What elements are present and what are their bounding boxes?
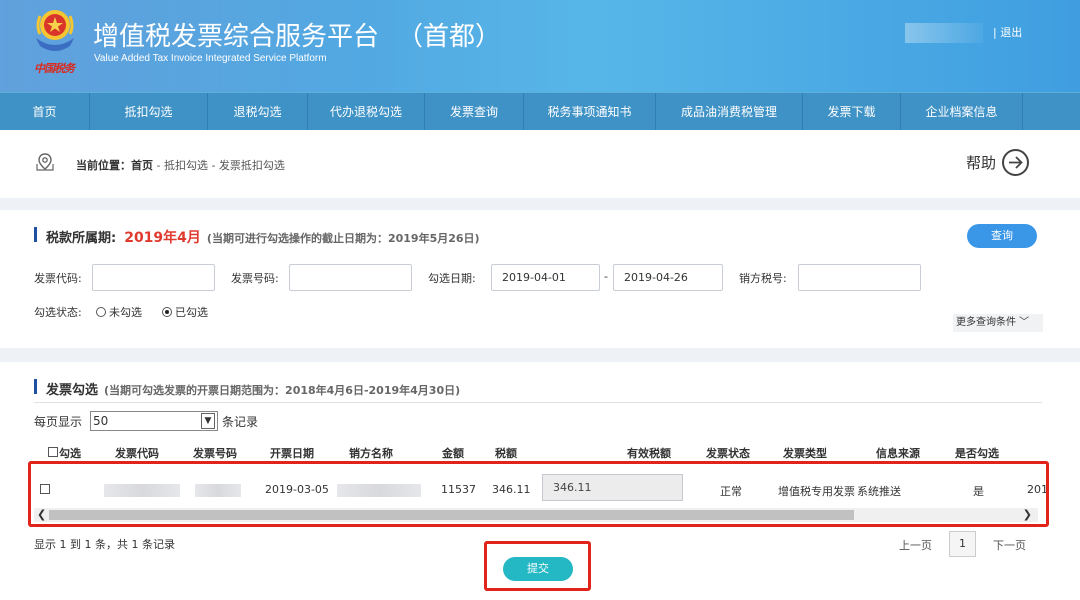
tax-emblem-icon — [36, 10, 74, 51]
column-header-invoice-status: 发票状态 — [706, 447, 750, 460]
radio-on-icon — [162, 307, 172, 317]
more-conditions-toggle[interactable]: 更多查询条件 ﹀ — [953, 314, 1043, 332]
tax-period-label: 税款所属期: — [46, 231, 117, 246]
invoice-no-label: 发票号码: — [231, 272, 279, 285]
invoice-code-label: 发票代码: — [34, 272, 82, 285]
column-header-issue-date: 开票日期 — [270, 447, 314, 460]
select-date-label: 勾选日期: — [428, 272, 476, 285]
per-page-select[interactable]: 50 ▼ — [90, 411, 218, 431]
invoice-section-note: (当期可勾选发票的开票日期范围为：2018年4月6日-2019年4月30日) — [104, 384, 461, 397]
next-page-link[interactable]: 下一页 — [993, 537, 1026, 553]
column-header-is-selected: 是否勾选 — [955, 447, 999, 460]
header-banner: 中国税务 增值税发票综合服务平台 （首都） Value Added Tax Inv… — [0, 0, 1080, 92]
radio-off-icon — [96, 307, 106, 317]
breadcrumb-label: 当前位置： — [76, 159, 131, 172]
seller-tax-input[interactable] — [798, 264, 921, 291]
select-status-label: 勾选状态: — [34, 306, 82, 319]
help-arrow-button[interactable] — [1002, 149, 1029, 176]
column-header-select: 勾选 — [59, 447, 81, 460]
date-from-input[interactable]: 2019-04-01 — [491, 264, 600, 291]
record-summary: 显示 1 到 1 条，共 1 条记录 — [34, 538, 175, 551]
per-page-label: 每页显示 — [34, 415, 83, 429]
arrow-right-icon — [1009, 156, 1023, 169]
status-radio-unselected[interactable]: 未勾选 — [96, 304, 142, 320]
search-button[interactable]: 查询 — [967, 224, 1037, 248]
section-divider — [0, 198, 1080, 210]
breadcrumb: 当前位置：首页 - 抵扣勾选 - 发票抵扣勾选 — [76, 157, 285, 173]
section-divider — [0, 348, 1080, 362]
column-header-valid-tax: 有效税额 — [627, 447, 671, 460]
nav-item-company-profile[interactable]: 企业档案信息 — [901, 93, 1023, 131]
highlight-box-table-row — [28, 461, 1049, 527]
user-name-box — [905, 23, 983, 43]
column-header-info-source: 信息来源 — [876, 447, 920, 460]
platform-subtitle: Value Added Tax Invoice Integrated Servi… — [94, 53, 327, 64]
highlight-box-submit — [484, 541, 591, 591]
help-link[interactable]: 帮助 — [966, 152, 996, 173]
tax-period-note: (当期可进行勾选操作的截止日期为：2019年5月26日) — [206, 232, 480, 245]
date-range-separator: - — [604, 270, 608, 283]
breadcrumb-bar: 当前位置：首页 - 抵扣勾选 - 发票抵扣勾选 帮助 — [0, 130, 1080, 198]
logout-link[interactable]: | 退出 — [993, 24, 1022, 40]
column-header-tax: 税额 — [495, 447, 517, 460]
tax-period-value: 2019年4月 — [124, 230, 201, 246]
invoice-section-heading: 发票勾选 (当期可勾选发票的开票日期范围为：2018年4月6日-2019年4月30… — [34, 379, 460, 398]
location-pin-icon — [36, 153, 54, 171]
nav-item-invoice-query[interactable]: 发票查询 — [425, 93, 524, 131]
column-header-amount: 金额 — [442, 447, 464, 460]
prev-page-link[interactable]: 上一页 — [899, 537, 932, 553]
nav-item-oil-tax[interactable]: 成品油消费税管理 — [656, 93, 803, 131]
nav-item-invoice-download[interactable]: 发票下载 — [803, 93, 901, 131]
select-all-checkbox[interactable] — [48, 447, 58, 457]
divider — [34, 402, 1042, 403]
per-page-value: 50 — [93, 414, 109, 428]
nav-item-agent-refund-select[interactable]: 代办退税勾选 — [308, 93, 425, 131]
column-header-seller-name: 销方名称 — [349, 447, 393, 460]
seller-tax-label: 销方税号: — [739, 272, 787, 285]
column-header-invoice-code: 发票代码 — [115, 447, 159, 460]
tax-period-heading: 税款所属期: 2019年4月 (当期可进行勾选操作的截止日期为：2019年5月26日… — [34, 227, 480, 247]
column-header-invoice-type: 发票类型 — [783, 447, 827, 460]
platform-title-main: 增值税发票综合服务平台 — [93, 22, 380, 52]
status-radio-selected[interactable]: 已勾选 — [162, 304, 208, 320]
nav-item-home[interactable]: 首页 — [0, 93, 90, 131]
invoice-no-input[interactable] — [289, 264, 412, 291]
platform-title: 增值税发票综合服务平台 （首都） — [93, 16, 501, 53]
nav-item-tax-notice[interactable]: 税务事项通知书 — [524, 93, 656, 131]
main-nav: 首页 抵扣勾选 退税勾选 代办退税勾选 发票查询 税务事项通知书 成品油消费税管… — [0, 92, 1080, 131]
nav-item-refund-select[interactable]: 退税勾选 — [208, 93, 308, 131]
platform-title-region: （首都） — [397, 22, 502, 52]
status-selected-label: 已勾选 — [175, 306, 208, 319]
brand-logo-text: 中国税务 — [34, 62, 75, 75]
page-number-button[interactable]: 1 — [949, 531, 976, 557]
status-unselected-label: 未勾选 — [109, 306, 142, 319]
date-to-input[interactable]: 2019-04-26 — [613, 264, 723, 291]
column-header-invoice-no: 发票号码 — [193, 447, 237, 460]
breadcrumb-path: - 抵扣勾选 - 发票抵扣勾选 — [153, 159, 285, 172]
chevron-down-icon: ▼ — [201, 413, 215, 429]
invoice-section-title: 发票勾选 — [46, 383, 99, 398]
breadcrumb-home-link[interactable]: 首页 — [131, 159, 153, 172]
records-label: 条记录 — [222, 415, 259, 429]
invoice-code-input[interactable] — [92, 264, 215, 291]
nav-item-deduction-select[interactable]: 抵扣勾选 — [90, 93, 208, 131]
